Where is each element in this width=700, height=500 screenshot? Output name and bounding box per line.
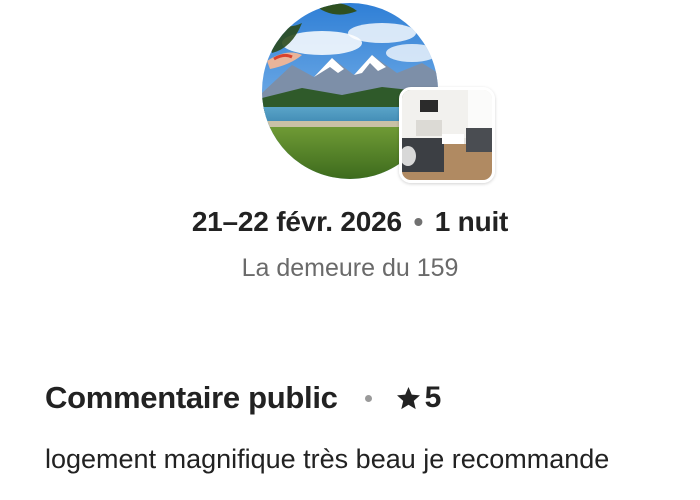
- stay-dates: 21–22 févr. 2026: [191, 206, 402, 237]
- rating: 5: [395, 381, 442, 415]
- separator-dot: [364, 394, 372, 402]
- review-header: Commentaire public 5: [45, 378, 441, 418]
- secondary-photo[interactable]: [399, 87, 495, 183]
- separator-dot: •: [413, 206, 424, 237]
- review-title: Commentaire public: [45, 380, 338, 415]
- listing-name: La demeure du 159: [241, 254, 459, 282]
- listing-photos: [0, 0, 700, 200]
- living-room-photo: [402, 90, 492, 180]
- star-icon: [396, 386, 420, 409]
- review-text: logement magnifique très beau je recomma…: [45, 444, 610, 474]
- stay-dates-line: 21–22 févr. 2026 • 1 nuit: [0, 206, 700, 238]
- stay-nights: 1 nuit: [434, 206, 509, 237]
- rating-value: 5: [424, 381, 442, 414]
